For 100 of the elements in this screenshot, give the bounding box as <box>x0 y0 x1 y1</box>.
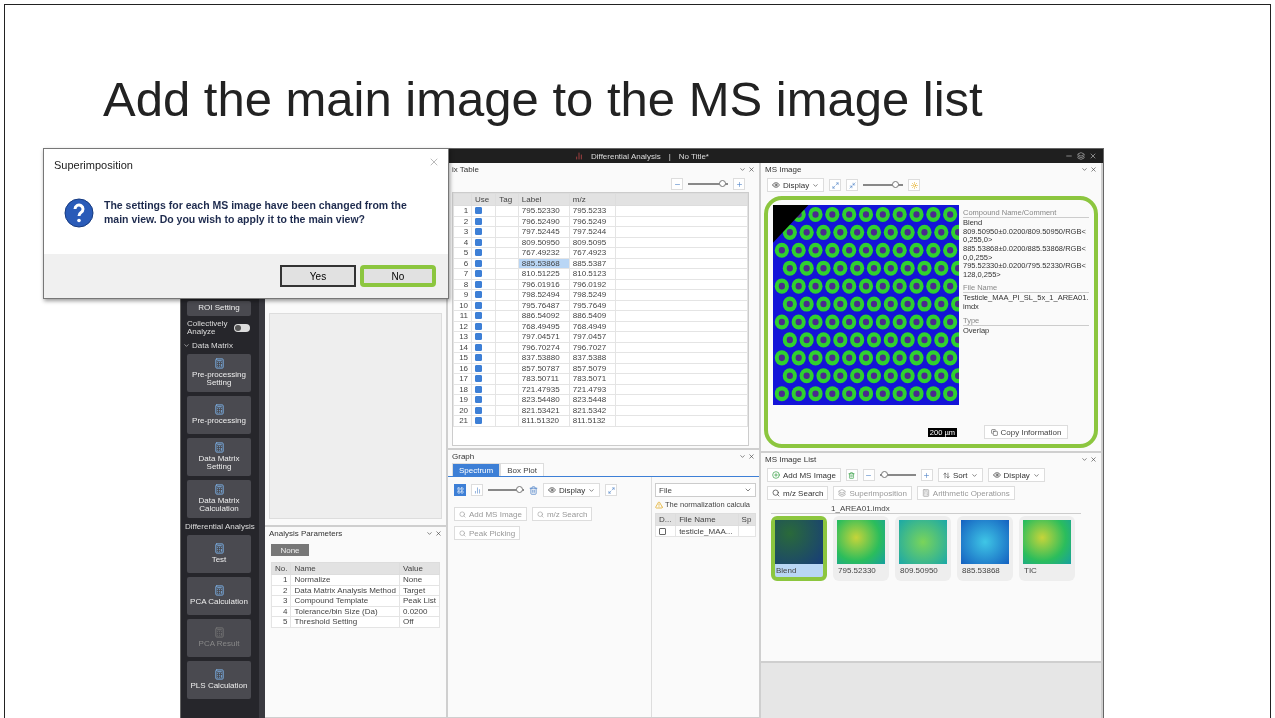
sidebar-button[interactable]: PLS Calculation <box>187 660 251 699</box>
sort-dropdown[interactable]: Sort <box>937 468 983 482</box>
close-icon[interactable] <box>1090 166 1097 173</box>
trash-icon[interactable] <box>529 485 538 495</box>
checkbox[interactable] <box>475 333 483 341</box>
checkbox[interactable] <box>475 396 483 404</box>
dropdown-icon[interactable] <box>1081 456 1088 463</box>
table-cell[interactable]: 885.53868 <box>518 258 570 269</box>
slider-thumb[interactable] <box>892 181 900 188</box>
table-cell[interactable]: 798.52494 <box>518 289 570 300</box>
table-cell[interactable]: 821.53421 <box>518 405 570 416</box>
close-icon[interactable] <box>1090 456 1097 463</box>
checkbox[interactable] <box>475 354 483 362</box>
chevron-icon <box>812 181 820 189</box>
display-dropdown[interactable]: Display <box>543 483 601 497</box>
table-cell[interactable]: 809.50950 <box>518 237 570 248</box>
table-cell[interactable]: 823.54480 <box>518 394 570 405</box>
checkbox[interactable] <box>475 228 483 236</box>
table-cell[interactable]: 837.53880 <box>518 352 570 363</box>
table-cell[interactable]: 797.04571 <box>518 331 570 342</box>
copy-button[interactable]: Copy Information <box>983 425 1069 439</box>
checkbox[interactable] <box>475 406 483 414</box>
table-cell[interactable]: 783.50711 <box>518 373 570 384</box>
slider-thumb[interactable] <box>719 180 726 187</box>
checkbox[interactable] <box>475 207 483 215</box>
image-thumbnail[interactable]: 885.53868 <box>957 516 1013 581</box>
tab[interactable]: Spectrum <box>452 463 501 476</box>
checkbox[interactable] <box>475 364 483 372</box>
image-thumbnail[interactable]: 795.52330 <box>833 516 889 581</box>
zoom-in-button[interactable] <box>920 469 933 481</box>
chart-view-button[interactable] <box>471 484 483 496</box>
table-cell[interactable]: 795.52330 <box>518 205 570 216</box>
table-cell[interactable]: 768.49495 <box>518 321 570 332</box>
tab[interactable]: Box Plot <box>500 463 545 476</box>
shrink-button[interactable] <box>846 179 859 191</box>
zoom-out-button[interactable] <box>862 469 875 481</box>
checkbox[interactable] <box>475 322 483 330</box>
table-cell[interactable]: 857.50787 <box>518 363 570 374</box>
checkbox[interactable] <box>475 385 483 393</box>
dropdown-icon[interactable] <box>739 166 746 173</box>
expand-button[interactable] <box>829 179 842 191</box>
minimize-icon[interactable] <box>1065 152 1073 160</box>
close-icon[interactable] <box>748 453 755 460</box>
sidebar-button[interactable]: Test <box>187 534 251 573</box>
table-cell[interactable]: 795.76487 <box>518 300 570 311</box>
dropdown-icon[interactable] <box>739 453 746 460</box>
dropdown-icon[interactable] <box>1081 166 1088 173</box>
checkbox[interactable] <box>475 217 483 225</box>
table-cell[interactable]: 796.01916 <box>518 279 570 290</box>
checkbox[interactable] <box>475 291 483 299</box>
checkbox[interactable] <box>475 301 483 309</box>
table-cell[interactable]: 767.49232 <box>518 247 570 258</box>
checkbox[interactable] <box>475 249 483 257</box>
checkbox[interactable] <box>659 527 666 535</box>
checkbox[interactable] <box>475 238 483 246</box>
dialog-button[interactable]: Yes <box>280 265 356 287</box>
close-icon[interactable] <box>435 530 442 537</box>
checkbox[interactable] <box>475 417 483 425</box>
sidebar-button[interactable]: Data Matrix Setting <box>187 437 251 476</box>
sidebar-button[interactable]: ROI Setting <box>187 301 251 316</box>
table-cell: 768.4949 <box>569 321 616 332</box>
sidebar-button[interactable]: Pre-processing <box>187 395 251 434</box>
table-cell[interactable]: 886.54092 <box>518 310 570 321</box>
checkbox[interactable] <box>475 280 483 288</box>
image-thumbnail[interactable]: TIC <box>1019 516 1075 581</box>
table-cell[interactable]: 797.52445 <box>518 226 570 237</box>
sidebar-button[interactable]: Pre-processing Setting <box>187 353 251 392</box>
table-cell[interactable]: 810.51225 <box>518 268 570 279</box>
none-button[interactable]: None <box>271 544 309 556</box>
table-cell[interactable]: 721.47935 <box>518 384 570 395</box>
delete-button[interactable] <box>845 469 858 481</box>
sidebar-button[interactable]: PCA Calculation <box>187 576 251 615</box>
zoom-out-button[interactable] <box>671 178 683 190</box>
image-thumbnail[interactable]: Blend <box>771 516 827 581</box>
dialog-button[interactable]: No <box>360 265 436 287</box>
slider-thumb[interactable] <box>880 471 888 478</box>
display-dropdown[interactable]: Display <box>987 468 1045 482</box>
slider-thumb[interactable] <box>515 486 523 493</box>
dropdown-icon[interactable] <box>426 530 433 537</box>
zoom-in-button[interactable] <box>733 178 745 190</box>
checkbox[interactable] <box>475 259 483 267</box>
search-button[interactable]: m/z Search <box>767 486 829 500</box>
checkbox[interactable] <box>475 270 483 278</box>
close-icon[interactable] <box>1089 152 1097 160</box>
table-cell[interactable]: 811.51320 <box>518 415 570 426</box>
fit-button[interactable] <box>605 484 618 496</box>
file-dropdown[interactable]: File <box>655 483 756 497</box>
add-button[interactable]: Add MS Image <box>767 468 841 482</box>
checkbox[interactable] <box>475 375 483 383</box>
checkbox[interactable] <box>475 312 483 320</box>
display-dropdown[interactable]: Display <box>767 178 825 192</box>
table-cell[interactable]: 796.70274 <box>518 342 570 353</box>
toggle-switch[interactable] <box>234 324 250 333</box>
sidebar-button[interactable]: Data Matrix Calculation <box>187 479 251 518</box>
table-cell[interactable]: 796.52490 <box>518 216 570 227</box>
section-header[interactable]: Data Matrix <box>183 340 251 350</box>
checkbox[interactable] <box>475 343 483 351</box>
image-thumbnail[interactable]: 809.50950 <box>895 516 951 581</box>
close-icon[interactable] <box>748 166 755 173</box>
grid-view-button[interactable] <box>454 484 466 496</box>
